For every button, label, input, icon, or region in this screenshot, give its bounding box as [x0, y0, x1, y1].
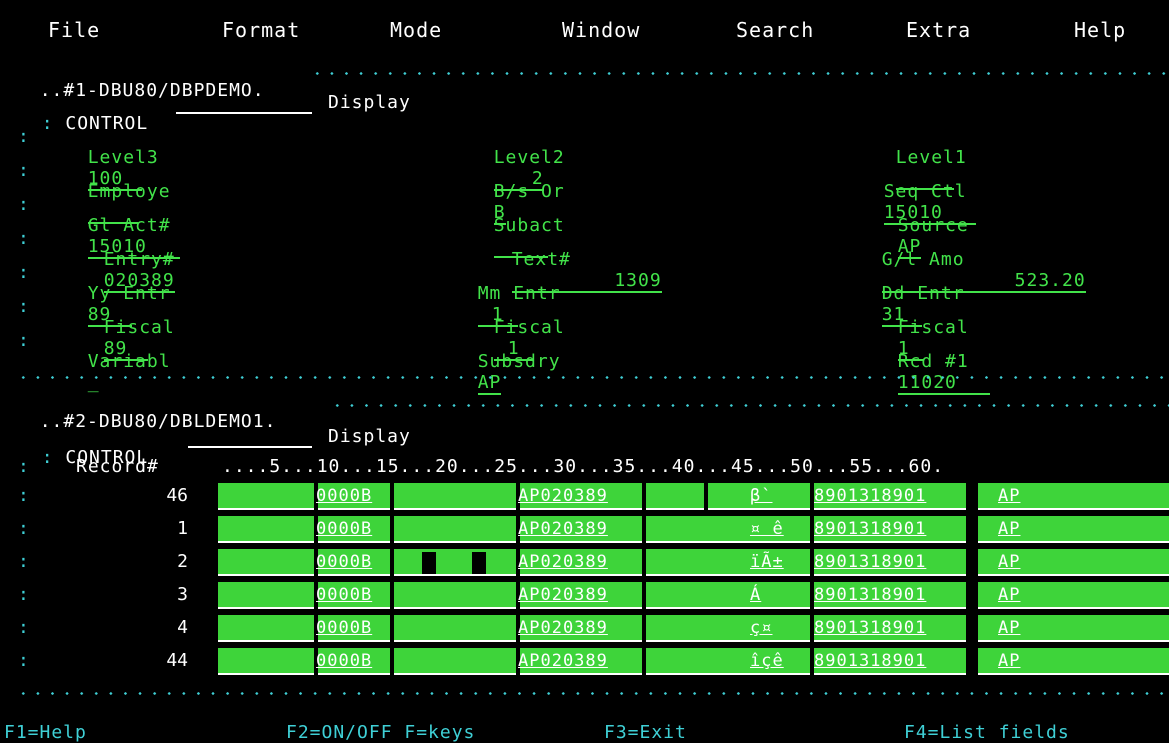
column-ruler: ....5...10...15...20...25...30...35...40…: [222, 456, 945, 477]
menu-extra[interactable]: Extra: [906, 18, 971, 42]
field-variabl: Variabl _: [87, 351, 171, 393]
record-field-b: AP020389: [518, 519, 608, 539]
record-field-c: Á: [750, 585, 762, 605]
record-field-a: 0000B: [316, 552, 373, 572]
menu-window[interactable]: Window: [562, 18, 640, 42]
field-subsdry: Subsdry AP: [477, 351, 561, 395]
panel2-control-mode: Display: [328, 426, 411, 447]
f4-list-fields-key[interactable]: F4=List fields: [904, 722, 1070, 743]
record-number: 46: [166, 485, 188, 506]
menu-format[interactable]: Format: [222, 18, 300, 42]
record-number: 1: [177, 518, 188, 539]
record-field-a: 0000B: [316, 618, 373, 638]
f2-toggle-key[interactable]: F2=ON/OFF F=keys: [286, 722, 475, 743]
menu-search[interactable]: Search: [736, 18, 814, 42]
panel2-bottom-border: [16, 692, 1169, 696]
record-field-d: 8901318901: [814, 618, 927, 638]
record-row[interactable]: 0000B AP020389 8901318901 AP Á: [218, 582, 1169, 609]
field-rcd1: Rcd #1 11020: [874, 330, 990, 395]
record-field-e: AP: [998, 651, 1021, 671]
record-field-e: AP: [998, 486, 1021, 506]
record-field-e: AP: [998, 618, 1021, 638]
record-field-c: ¤ ê: [750, 519, 784, 539]
record-field-d: 8901318901: [814, 486, 927, 506]
panel1-title-dots: [310, 72, 1169, 76]
f3-exit-key[interactable]: F3=Exit: [604, 722, 687, 743]
record-field-a: 0000B: [316, 651, 373, 671]
record-field-d: 8901318901: [814, 519, 927, 539]
menu-file[interactable]: File: [48, 18, 100, 42]
record-field-c: β`: [750, 486, 773, 506]
record-field-b: AP020389: [518, 651, 608, 671]
record-field-c: ç¤: [750, 618, 773, 638]
record-field-e: AP: [998, 552, 1021, 572]
record-field-a: 0000B: [316, 519, 373, 539]
record-row[interactable]: 0000B AP020389 8901318901 AP ¤ ê: [218, 516, 1169, 543]
record-row[interactable]: 0000B AP020389 8901318901 AP îçê: [218, 648, 1169, 675]
record-number: 4: [177, 617, 188, 638]
panel1-control-input[interactable]: [176, 112, 312, 114]
record-field-c: îçê: [750, 651, 784, 671]
record-field-b: AP020389: [518, 585, 608, 605]
record-row[interactable]: 0000B AP020389 8901318901 AP β`: [218, 483, 1169, 510]
menu-mode[interactable]: Mode: [390, 18, 442, 42]
panel1-control-mode: Display: [328, 92, 411, 113]
panel1-bottom-border: [16, 376, 1169, 380]
menu-bar: File Format Mode Window Search Extra Hel…: [0, 0, 1169, 58]
record-number: 44: [166, 650, 188, 671]
record-header: Record#: [76, 456, 159, 477]
panel2-control-input[interactable]: [188, 446, 312, 448]
record-number: 3: [177, 584, 188, 605]
record-field-b: AP020389: [518, 552, 608, 572]
record-row[interactable]: 0000B AP020389 8901318901 AP ïÃ±: [218, 549, 1169, 576]
record-field-a: 0000B: [316, 486, 373, 506]
record-field-c: ïÃ±: [750, 552, 784, 572]
record-field-e: AP: [998, 585, 1021, 605]
record-field-d: 8901318901: [814, 585, 927, 605]
menu-help[interactable]: Help: [1074, 18, 1126, 42]
record-field-b: AP020389: [518, 618, 608, 638]
record-field-b: AP020389: [518, 486, 608, 506]
record-field-d: 8901318901: [814, 552, 927, 572]
record-field-a: 0000B: [316, 585, 373, 605]
record-field-d: 8901318901: [814, 651, 927, 671]
panel2-title-dots: [330, 404, 1169, 408]
f1-help-key[interactable]: F1=Help: [4, 722, 87, 743]
record-number: 2: [177, 551, 188, 572]
record-row[interactable]: 0000B AP020389 8901318901 AP ç¤: [218, 615, 1169, 642]
record-field-e: AP: [998, 519, 1021, 539]
